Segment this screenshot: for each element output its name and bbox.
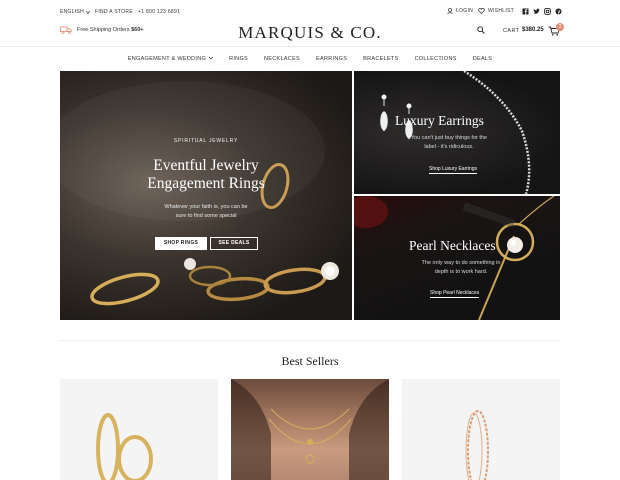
nav-item-engagement-wedding[interactable]: ENGAGEMENT & WEDDING [120,49,221,69]
product-card-hoop-earrings[interactable] [60,379,218,480]
luxury-earrings-promo[interactable]: Luxury Earrings You can't just buy thing… [354,71,560,194]
layered-necklace-image [231,379,389,480]
necklaces-promo-desc-line2: depth is to work hard. [434,269,488,275]
earrings-promo-title: Luxury Earrings [395,113,484,128]
main-navigation: ENGAGEMENT & WEDDING RINGS NECKLACES EAR… [0,49,620,69]
cart-label[interactable]: CART [503,28,519,34]
find-store-link[interactable]: FIND A STORE [95,9,133,15]
shop-pearl-necklaces-link[interactable]: Shop Pearl Necklaces [430,290,480,298]
hero-title-line2: Engagement Rings [147,175,265,192]
hero-eyebrow: SPIRITUAL JEWELRY [173,138,239,144]
cart-total[interactable]: $380.25 [522,27,544,33]
nav-item-deals[interactable]: DEALS [465,49,501,69]
necklaces-promo-title: Pearl Necklaces [409,238,496,253]
hero-subtitle-line1: Whatever your faith is, you can be [164,204,248,210]
nav-item-rings[interactable]: RINGS [221,49,256,69]
see-deals-button[interactable]: SEE DEALS [210,237,258,250]
site-logo[interactable]: MARQUIS & CO. [0,23,620,43]
user-icon [447,8,453,14]
login-label: LOGIN [456,8,474,14]
best-sellers-title: Best Sellers [281,354,339,368]
instagram-icon[interactable] [544,8,551,15]
search-icon[interactable] [477,26,485,34]
twitter-icon[interactable] [533,8,540,15]
language-label: ENGLISH [60,9,85,15]
product-card-layered-necklace[interactable] [231,379,389,480]
top-utility-bar: ENGLISH FIND A STORE +1 800 123 6891 LOG… [0,0,620,24]
phone-number[interactable]: +1 800 123 6891 [138,9,180,15]
necklaces-promo-desc-line1: The only way to do something in [421,260,501,266]
earrings-product-image [380,71,531,194]
rings-product-image [60,81,339,306]
hero-banner[interactable]: SPIRITUAL JEWELRY Eventful Jewelry Engag… [60,71,352,320]
pearl-necklace-product-image [354,196,555,320]
earrings-promo-desc-line2: label - it's ridiculous. [424,144,474,150]
pearl-necklaces-promo[interactable]: Pearl Necklaces The only way to do somet… [354,196,560,320]
chevron-down-icon [209,56,214,60]
language-selector[interactable]: ENGLISH [60,9,91,15]
section-divider [60,340,560,341]
facebook-icon[interactable] [522,8,529,15]
cart-count-badge: 2 [556,23,564,31]
hero-subtitle-line2: sure to find some special [175,213,237,219]
wishlist-link[interactable]: WISHLIST [478,8,514,14]
chevron-down-icon [86,10,91,14]
shop-luxury-earrings-link[interactable]: Shop Luxury Earrings [429,166,478,174]
rose-gold-hoop-image [465,410,489,480]
nav-item-necklaces[interactable]: NECKLACES [256,49,308,69]
nav-item-bracelets[interactable]: BRACELETS [355,49,406,69]
pinterest-icon[interactable] [555,8,562,15]
heart-icon [478,8,485,14]
header-divider [0,46,620,47]
nav-label: ENGAGEMENT & WEDDING [127,56,207,62]
nav-item-collections[interactable]: COLLECTIONS [407,49,465,69]
product-card-rose-gold-hoops[interactable] [402,379,560,480]
wishlist-label: WISHLIST [488,8,515,14]
earrings-promo-desc-line1: You can't just buy things for the [410,135,488,141]
hero-title-line1: Eventful Jewelry [153,157,259,174]
login-link[interactable]: LOGIN [447,8,473,14]
shop-rings-button[interactable]: SHOP RINGS [155,237,207,250]
nav-item-earrings[interactable]: EARRINGS [308,49,355,69]
hoop-earrings-image [96,413,153,480]
